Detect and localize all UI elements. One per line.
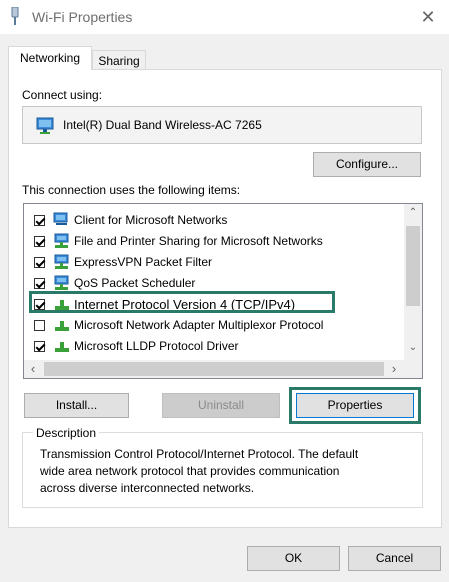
list-item[interactable]: ExpressVPN Packet Filter bbox=[34, 252, 212, 272]
network-protocol-icon bbox=[55, 342, 69, 352]
item-checkbox[interactable] bbox=[34, 319, 45, 331]
scroll-down-arrow-icon[interactable]: ⌄ bbox=[404, 342, 422, 353]
window-title: Wi-Fi Properties bbox=[32, 9, 133, 25]
network-client-icon bbox=[53, 212, 68, 225]
description-title: Description bbox=[33, 426, 100, 440]
uninstall-button: Uninstall bbox=[162, 393, 280, 418]
list-item[interactable]: QoS Packet Scheduler bbox=[34, 273, 195, 293]
list-item[interactable]: File and Printer Sharing for Microsoft N… bbox=[34, 231, 323, 251]
close-button[interactable]: ✕ bbox=[414, 6, 442, 28]
horizontal-scrollbar[interactable]: ‹ › bbox=[24, 360, 422, 378]
item-label: Client for Microsoft Networks bbox=[74, 213, 228, 227]
list-item[interactable]: Client for Microsoft Networks bbox=[34, 210, 227, 230]
network-service-icon bbox=[54, 275, 69, 290]
item-checkbox[interactable] bbox=[34, 277, 45, 289]
network-protocol-icon bbox=[55, 321, 69, 331]
item-label: Microsoft LLDP Protocol Driver bbox=[74, 339, 239, 353]
item-checkbox[interactable] bbox=[34, 340, 45, 352]
list-item[interactable]: Microsoft Network Adapter Multiplexor Pr… bbox=[34, 315, 323, 335]
close-icon: ✕ bbox=[420, 7, 436, 27]
item-checkbox[interactable] bbox=[34, 214, 45, 226]
tab-sharing[interactable]: Sharing bbox=[92, 50, 146, 71]
scroll-up-arrow-icon[interactable]: ⌃ bbox=[404, 207, 422, 218]
adapter-field: Intel(R) Dual Band Wireless-AC 7265 bbox=[22, 106, 422, 144]
item-label: File and Printer Sharing for Microsoft N… bbox=[74, 234, 323, 248]
tab-networking[interactable]: Networking bbox=[8, 46, 92, 70]
item-label: Microsoft Network Adapter Multiplexor Pr… bbox=[74, 318, 324, 332]
item-label: ExpressVPN Packet Filter bbox=[74, 255, 213, 269]
connect-using-label: Connect using: bbox=[22, 88, 103, 102]
vertical-scrollbar[interactable]: ⌃ ⌄ bbox=[404, 204, 422, 361]
list-item[interactable]: Microsoft LLDP Protocol Driver bbox=[34, 336, 239, 356]
item-checkbox[interactable] bbox=[34, 256, 45, 268]
network-adapter-icon bbox=[36, 117, 54, 134]
network-service-icon bbox=[54, 233, 69, 248]
description-line: across diverse interconnected networks. bbox=[40, 481, 255, 495]
adapter-name: Intel(R) Dual Band Wireless-AC 7265 bbox=[63, 118, 262, 132]
install-button[interactable]: Install... bbox=[24, 393, 129, 418]
description-line: Transmission Control Protocol/Internet P… bbox=[40, 447, 359, 461]
ok-button[interactable]: OK bbox=[247, 546, 340, 571]
title-bar: Wi-Fi Properties ✕ bbox=[0, 0, 449, 34]
tcp-ipv4-highlight-box bbox=[29, 291, 335, 313]
item-checkbox[interactable] bbox=[34, 235, 45, 247]
horizontal-scroll-thumb[interactable] bbox=[44, 362, 384, 376]
items-label: This connection uses the following items… bbox=[22, 183, 241, 197]
description-text: Transmission Control Protocol/Internet P… bbox=[40, 446, 410, 497]
network-service-icon bbox=[54, 254, 69, 269]
configure-button[interactable]: Configure... bbox=[313, 152, 421, 177]
scroll-left-arrow-icon[interactable]: ‹ bbox=[27, 361, 39, 376]
item-label: QoS Packet Scheduler bbox=[74, 276, 196, 290]
scroll-right-arrow-icon[interactable]: › bbox=[388, 361, 400, 376]
cancel-button[interactable]: Cancel bbox=[348, 546, 441, 571]
wifi-adapter-icon bbox=[11, 7, 19, 25]
description-line: wide area network protocol that provides… bbox=[40, 464, 340, 478]
properties-button[interactable]: Properties bbox=[296, 393, 414, 418]
vertical-scroll-thumb[interactable] bbox=[406, 226, 420, 306]
